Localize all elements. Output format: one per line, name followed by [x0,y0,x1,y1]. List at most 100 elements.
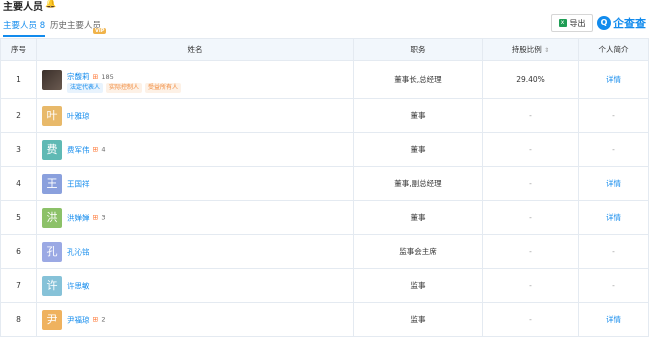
avatar[interactable]: 孔 [42,241,62,262]
row-index: 3 [0,132,37,167]
position-cell: 董事长,总经理 [353,60,483,99]
row-index: 1 [0,60,37,99]
table-row: 2 叶叶雅琼 董事 - - [0,98,649,133]
bell-icon[interactable]: 🔔 [45,0,56,9]
person-name-link[interactable]: 洪婵婵 [67,212,90,223]
person-cell: 王王国祥 [36,166,354,201]
row-index: 5 [0,200,37,235]
person-name-line: 洪婵婵 ⊞ 3 [67,212,106,223]
row-index: 8 [0,302,37,337]
person-cell: 孔孔沁铭 [36,234,354,269]
person-cell: 洪洪婵婵 ⊞ 3 [36,200,354,235]
table-row: 1 宗馥莉 ⊞ 185 法定代表人 实际控制人 受益所有人 董事长,总经理 29.40% 详情 [0,60,649,99]
boss-count[interactable]: 185 [101,73,113,81]
col-header-name: 姓名 [36,38,354,61]
boss-count[interactable]: 3 [101,214,105,222]
share-cell: - [482,132,579,167]
brand-text: 企查查 [613,17,646,30]
position-cell: 监事会主席 [353,234,483,269]
sort-icon[interactable]: ⇕ [544,47,549,54]
position-cell: 董事,副总经理 [353,166,483,201]
avatar[interactable]: 费 [42,139,62,160]
avatar[interactable] [42,69,62,90]
avatar[interactable]: 叶 [42,105,62,126]
row-index: 2 [0,98,37,133]
position-cell: 董事 [353,98,483,133]
row-index: 6 [0,234,37,269]
profile-detail-link[interactable]: 详情 [578,200,649,235]
person-name-link[interactable]: 费军伟 [67,144,90,155]
tab-label: 主要人员 [3,21,38,31]
excel-icon: x [558,19,567,27]
share-cell: - [482,98,579,133]
profile-cell: - [578,98,649,133]
person-name-link[interactable]: 宗馥莉 [67,71,90,82]
share-header-label: 持股比例 [511,45,542,54]
share-cell: - [482,302,579,337]
export-button[interactable]: x 导出 [551,14,593,32]
row-index: 7 [0,268,37,303]
person-cell: 宗馥莉 ⊞ 185 法定代表人 实际控制人 受益所有人 [36,60,354,99]
boss-icon[interactable]: ⊞ [93,146,99,154]
table-row: 4 王王国祥 董事,副总经理 - 详情 [0,166,649,201]
avatar[interactable]: 王 [42,173,62,194]
section-title: 主要人员 [3,2,43,13]
col-header-position: 职务 [353,38,483,61]
person-name-line: 王国祥 [67,178,90,189]
row-index: 4 [0,166,37,201]
share-cell: - [482,268,579,303]
position-cell: 董事 [353,132,483,167]
col-header-share[interactable]: 持股比例 ⇕ [482,38,579,61]
avatar[interactable]: 许 [42,275,62,296]
profile-cell: - [578,234,649,269]
person-name-link[interactable]: 尹福琼 [67,314,90,325]
share-cell: - [482,234,579,269]
person-name-link[interactable]: 叶雅琼 [67,110,90,121]
share-cell: 29.40% [482,60,579,99]
tab-main-personnel[interactable]: 主要人员 8 [3,19,46,37]
section-header: 主要人员 🔔 [0,0,650,14]
table-header-row: 序号 姓名 职务 持股比例 ⇕ 个人简介 [0,38,649,61]
person-name-link[interactable]: 许思敏 [67,280,90,291]
person-name-line: 宗馥莉 ⊞ 185 [67,71,114,82]
profile-detail-link[interactable]: 详情 [578,60,649,99]
export-label: 导出 [569,18,586,28]
person-name-link[interactable]: 孔沁铭 [67,246,90,257]
person-name-line: 许思敏 [67,280,90,291]
person-name-line: 尹福琼 ⊞ 2 [67,314,106,325]
qichacha-logo-icon: Q [597,16,611,30]
boss-icon[interactable]: ⊞ [93,214,99,222]
person-name-link[interactable]: 王国祥 [67,178,90,189]
role-tag: 受益所有人 [145,83,182,93]
person-name-line: 孔沁铭 [67,246,90,257]
position-cell: 董事 [353,200,483,235]
person-cell: 许许思敏 [36,268,354,303]
table-row: 6 孔孔沁铭 监事会主席 - - [0,234,649,269]
table-row: 8 尹尹福琼 ⊞ 2 监事 - 详情 [0,302,649,337]
col-header-profile: 个人简介 [578,38,649,61]
role-tag: 法定代表人 [67,83,104,93]
table-row: 5 洪洪婵婵 ⊞ 3 董事 - 详情 [0,200,649,235]
profile-detail-link[interactable]: 详情 [578,302,649,337]
table-row: 7 许许思敏 监事 - - [0,268,649,303]
position-cell: 监事 [353,302,483,337]
person-cell: 费费军伟 ⊞ 4 [36,132,354,167]
boss-icon[interactable]: ⊞ [93,73,99,81]
person-name-line: 费军伟 ⊞ 4 [67,144,106,155]
col-header-index: 序号 [0,38,37,61]
position-cell: 监事 [353,268,483,303]
profile-cell: - [578,132,649,167]
boss-count[interactable]: 4 [101,146,105,154]
boss-count[interactable]: 2 [101,316,105,324]
share-cell: - [482,166,579,201]
profile-cell: - [578,268,649,303]
boss-icon[interactable]: ⊞ [93,316,99,324]
role-tag: 实际控制人 [106,83,143,93]
avatar[interactable]: 尹 [42,309,62,330]
vip-badge: VIP [93,28,107,34]
person-cell: 叶叶雅琼 [36,98,354,133]
profile-detail-link[interactable]: 详情 [578,166,649,201]
role-tags: 法定代表人 实际控制人 受益所有人 [67,83,182,93]
share-cell: - [482,200,579,235]
avatar[interactable]: 洪 [42,207,62,228]
